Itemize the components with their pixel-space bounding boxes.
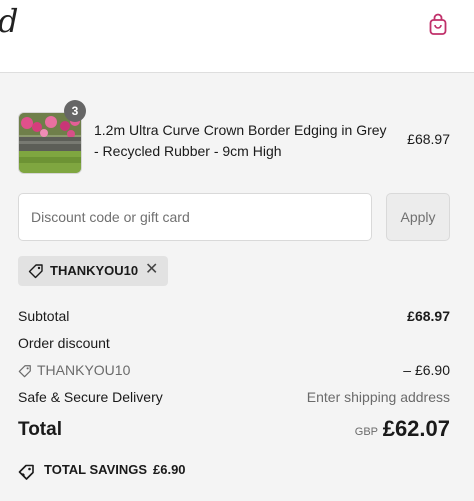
savings-tag-icon: [18, 464, 34, 480]
discount-amount: – £6.90: [403, 362, 450, 378]
brand-logo[interactable]: d: [0, 2, 18, 40]
cart-line-item: 3 1.2m Ultra Curve Crown Border Edging i…: [18, 100, 458, 174]
delivery-label: Safe & Secure Delivery: [18, 389, 163, 405]
apply-discount-button[interactable]: Apply: [386, 193, 450, 241]
subtotal-row: Subtotal £68.97: [18, 308, 450, 328]
tag-icon: [18, 365, 31, 378]
total-label: Total: [18, 419, 62, 440]
total-savings-value: £6.90: [153, 462, 186, 477]
applied-discount-code: THANKYOU10: [50, 263, 139, 278]
shopping-bag-icon[interactable]: [428, 12, 448, 36]
quantity-badge: 3: [64, 100, 86, 122]
product-title: 1.2m Ultra Curve Crown Border Edging in …: [94, 122, 387, 159]
discount-code-label: THANKYOU10: [37, 362, 131, 378]
discount-code-input[interactable]: [18, 193, 372, 241]
delivery-value: Enter shipping address: [306, 389, 450, 405]
total-savings-label: TOTAL SAVINGS: [44, 462, 148, 477]
subtotal-label: Subtotal: [18, 308, 70, 324]
close-icon[interactable]: ✕: [145, 262, 158, 278]
tag-icon: [28, 264, 43, 279]
discount-code-row: THANKYOU10 – £6.90: [18, 362, 450, 382]
delivery-row: Safe & Secure Delivery Enter shipping ad…: [18, 389, 450, 409]
currency-code: GBP: [354, 426, 378, 438]
subtotal-value: £68.97: [407, 308, 450, 324]
total-value: £62.07: [382, 416, 450, 441]
order-discount-row: Order discount: [18, 335, 450, 355]
product-price: £68.97: [407, 131, 450, 147]
order-discount-label: Order discount: [18, 335, 110, 351]
applied-discount-chip: THANKYOU10 ✕: [18, 256, 168, 286]
site-header: d: [0, 0, 474, 73]
